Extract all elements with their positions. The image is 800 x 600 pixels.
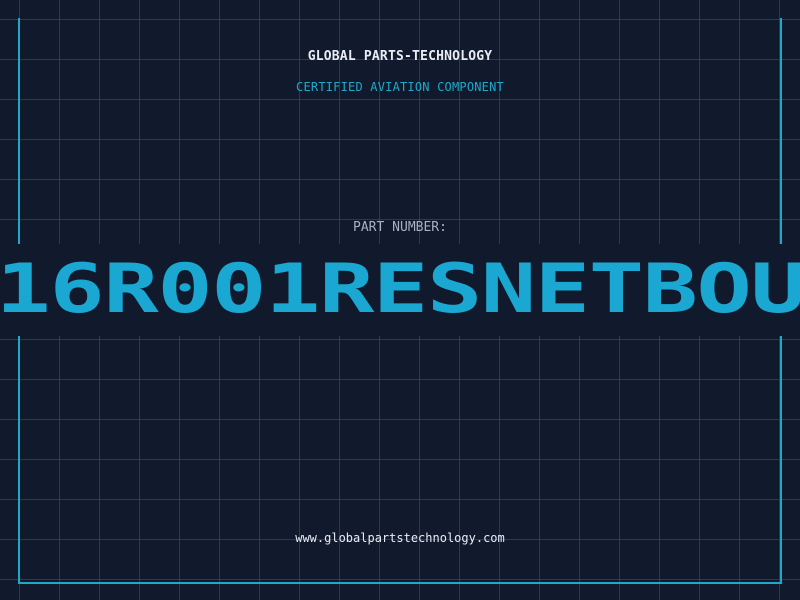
frame-border-right-lower	[780, 336, 782, 584]
part-number-band: 4116R001RESNETBOU73	[0, 244, 800, 336]
component-tagline: CERTIFIED AVIATION COMPONENT	[296, 80, 504, 94]
company-name: GLOBAL PARTS-TECHNOLOGY	[307, 49, 493, 64]
frame-border-bottom	[18, 582, 782, 584]
frame-border-left-lower	[18, 336, 20, 584]
part-number-value: 4116R001RESNETBOU73	[0, 250, 800, 329]
part-label-card: GLOBAL PARTS-TECHNOLOGY CERTIFIED AVIATI…	[0, 0, 800, 600]
website-url: www.globalpartstechnology.com	[295, 531, 505, 545]
part-number-label: PART NUMBER:	[353, 220, 447, 235]
